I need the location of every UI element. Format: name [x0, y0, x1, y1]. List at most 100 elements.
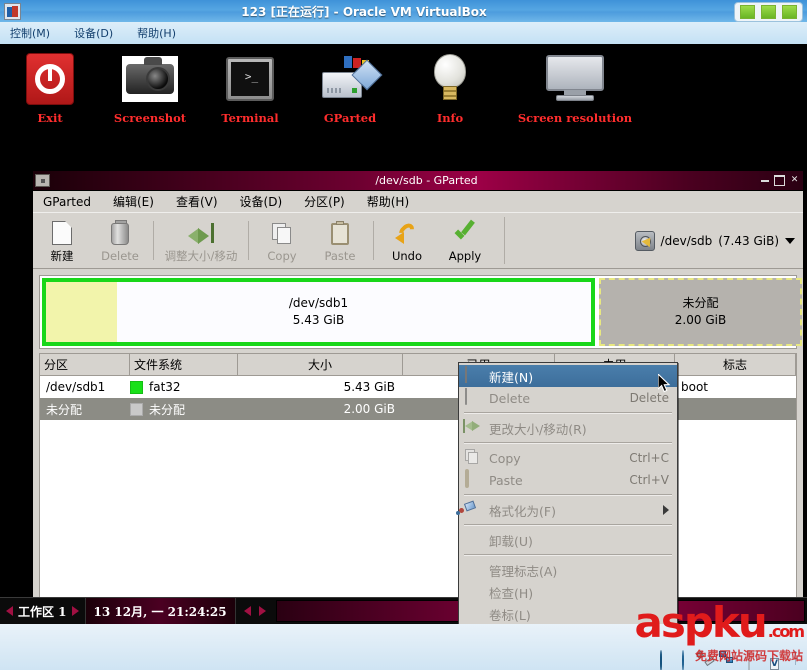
table-row[interactable]: /dev/sdb1 fat32 5.43 GiB 53 boot	[40, 376, 796, 398]
menu-edit[interactable]: 编辑(E)	[109, 192, 158, 211]
desktop-icon-info[interactable]: Info	[400, 44, 500, 125]
menu-gparted[interactable]: GParted	[39, 194, 95, 210]
hard-disk-icon[interactable]	[660, 649, 677, 670]
menu-partition[interactable]: 分区(P)	[300, 192, 349, 211]
desktop-icon-screen-resolution[interactable]: Screen resolution	[500, 44, 650, 125]
ctx-manage-flags-label: 管理标志(A)	[489, 563, 558, 579]
column-header-flags[interactable]: 标志	[675, 354, 796, 375]
cell-size: 5.43 GiB	[343, 380, 395, 394]
toolbar-copy[interactable]: Copy	[253, 213, 311, 268]
desktop-icon-screenshot[interactable]: Screenshot	[100, 44, 200, 125]
desktop-icon-exit[interactable]: Exit	[0, 44, 100, 125]
cell-partition: 未分配	[46, 402, 83, 417]
task-next-icon[interactable]	[258, 606, 266, 616]
monitor-icon	[500, 50, 650, 108]
virtualbox-titlebar: 123 [正在运行] - Oracle VM VirtualBox	[0, 0, 807, 22]
cell-filesystem-label: fat32	[149, 380, 181, 394]
no-icon	[465, 583, 483, 601]
menu-separator	[464, 494, 672, 496]
gparted-maximize-button[interactable]	[773, 173, 786, 186]
toolbar-resize[interactable]: 调整大小/移动	[158, 213, 244, 268]
partition-context-menu: 新建(N) Delete Delete 更改大小/移动(R) Copy Ctrl…	[456, 362, 678, 624]
ctx-check[interactable]: 检查(H)	[459, 581, 677, 603]
camera-icon	[100, 50, 200, 108]
menu-help[interactable]: 帮助(H)	[137, 25, 176, 41]
virtualization-chip-icon[interactable]: V	[770, 651, 787, 670]
workspace-prev-icon[interactable]	[6, 606, 13, 616]
terminal-icon: >_	[200, 50, 300, 108]
gparted-window: /dev/sdb - GParted ✕ GParted 编辑(E) 查看(V)…	[32, 170, 804, 624]
virtualbox-logo-icon	[4, 2, 21, 20]
gparted-close-button[interactable]: ✕	[788, 173, 801, 186]
gparted-menubar: GParted 编辑(E) 查看(V) 设备(D) 分区(P) 帮助(H)	[33, 191, 803, 212]
resize-move-icon	[463, 419, 483, 437]
screenshot-root: 123 [正在运行] - Oracle VM VirtualBox 控制(M) …	[0, 0, 807, 670]
close-button[interactable]	[782, 5, 797, 19]
partition-graphic-unallocated[interactable]: 未分配 2.00 GiB	[599, 278, 802, 346]
ctx-copy[interactable]: Copy Ctrl+C	[459, 447, 677, 469]
ctx-unmount[interactable]: 卸载(U)	[459, 529, 677, 551]
mouse-cursor	[657, 372, 672, 394]
partition-graphic-name: 未分配	[682, 296, 719, 310]
no-icon	[465, 531, 483, 549]
menu-separator	[464, 524, 672, 526]
partition-table: 分区 文件系统 大小 已用 未用 标志 /dev/sdb1 fat32 5.	[39, 353, 797, 620]
workspace-next-icon[interactable]	[71, 606, 79, 616]
partition-graphic: /dev/sdb1 5.43 GiB 未分配 2.00 GiB	[39, 275, 802, 349]
menu-view[interactable]: 查看(V)	[172, 192, 222, 211]
ctx-paste-label: Paste	[489, 472, 523, 488]
toolbar-delete[interactable]: Delete	[91, 213, 149, 268]
device-selector[interactable]: /dev/sdb (7.43 GiB)	[505, 213, 803, 268]
menu-help[interactable]: 帮助(H)	[363, 192, 413, 211]
menu-control[interactable]: 控制(M)	[10, 25, 50, 41]
ctx-label[interactable]: 卷标(L)	[459, 603, 677, 624]
toolbar-paste[interactable]: Paste	[311, 213, 369, 268]
toolbar-apply[interactable]: Apply	[436, 213, 494, 268]
ctx-copy-accel: Ctrl+C	[629, 451, 669, 465]
copy-icon	[465, 449, 483, 467]
app-window-icon	[35, 174, 50, 187]
desktop-icon-terminal[interactable]: >_ Terminal	[200, 44, 300, 125]
chevron-down-icon[interactable]	[785, 237, 795, 244]
ctx-format-as[interactable]: 格式化为(F)	[456, 499, 677, 521]
toolbar-separator	[248, 221, 249, 260]
partition-graphic-sdb1[interactable]: /dev/sdb1 5.43 GiB	[42, 278, 595, 346]
taskbar-nav	[235, 598, 274, 624]
undo-arrow-icon	[395, 220, 419, 248]
task-prev-icon[interactable]	[243, 606, 251, 616]
harddisk-icon	[634, 230, 655, 251]
desktop-icon-gparted[interactable]: GParted	[300, 44, 400, 125]
ctx-delete-label: Delete	[489, 390, 531, 406]
menu-device[interactable]: 设备(D)	[236, 192, 287, 211]
toolbar-new[interactable]: 新建	[33, 213, 91, 268]
minimize-button[interactable]	[740, 5, 755, 19]
cell-filesystem: 未分配	[130, 398, 238, 420]
table-row[interactable]: 未分配 未分配 2.00 GiB	[40, 398, 796, 420]
gparted-window-buttons: ✕	[758, 173, 801, 186]
cell-partition: /dev/sdb1	[46, 380, 106, 394]
maximize-button[interactable]	[761, 5, 776, 19]
shared-folders-icon[interactable]	[748, 649, 765, 670]
format-palette-icon	[456, 500, 483, 519]
taskbar-clock[interactable]: 13 12月, 一 21:24:25	[85, 598, 236, 624]
ctx-manage-flags[interactable]: 管理标志(A)	[459, 559, 677, 581]
virtualbox-window-buttons	[734, 2, 803, 22]
ctx-new[interactable]: 新建(N)	[459, 365, 677, 387]
menu-devices[interactable]: 设备(D)	[74, 25, 113, 41]
workspace-switcher[interactable]: 工作区 1	[0, 598, 86, 624]
toolbar-delete-label: Delete	[101, 249, 139, 263]
ctx-paste[interactable]: Paste Ctrl+V	[459, 469, 677, 491]
toolbar-undo[interactable]: Undo	[378, 213, 436, 268]
menu-separator	[464, 412, 672, 414]
network-icon[interactable]	[719, 650, 743, 666]
ctx-delete[interactable]: Delete Delete	[459, 387, 677, 409]
power-exit-icon	[0, 50, 100, 108]
column-header-partition[interactable]: 分区	[40, 354, 130, 375]
ctx-resize-move[interactable]: 更改大小/移动(R)	[459, 417, 677, 439]
column-header-filesystem[interactable]: 文件系统	[130, 354, 238, 375]
gparted-minimize-button[interactable]	[758, 173, 771, 186]
ctx-paste-accel: Ctrl+V	[629, 473, 669, 487]
desktop-icons: Exit Screenshot >_ Terminal GParted Info…	[0, 44, 807, 164]
virtualbox-menubar: 控制(M) 设备(D) 帮助(H)	[0, 22, 807, 44]
column-header-size[interactable]: 大小	[238, 354, 403, 375]
